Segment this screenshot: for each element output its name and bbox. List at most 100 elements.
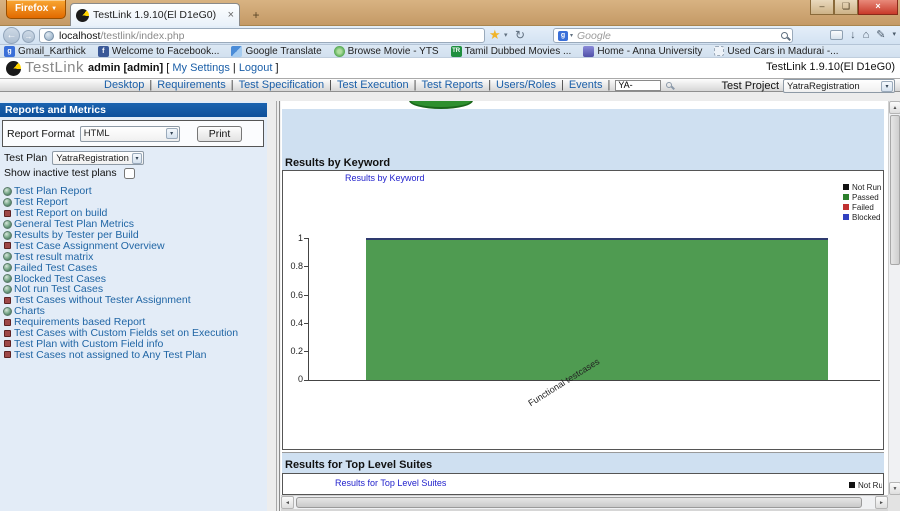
report-link[interactable]: Results by Tester per Build — [3, 230, 265, 241]
horizontal-scrollbar[interactable]: ◄ ► — [281, 495, 888, 509]
report-link[interactable]: Blocked Test Cases — [3, 273, 265, 284]
home-icon[interactable]: ⌂ — [863, 27, 870, 43]
report-link[interactable]: Test Case Assignment Overview — [3, 240, 265, 251]
menu-separator: | — [414, 79, 417, 91]
logout-link[interactable]: Logout — [239, 62, 273, 74]
forward-button[interactable]: → — [22, 30, 35, 43]
downloads-icon[interactable]: ↓ — [850, 27, 856, 43]
tab-close-icon[interactable]: × — [228, 9, 234, 21]
frame-divider[interactable] — [267, 101, 281, 511]
chevron-down-icon: ▾ — [166, 128, 178, 139]
firefox-menu-button[interactable]: Firefox ▼ — [6, 0, 66, 19]
menu-item-users-roles[interactable]: Users/Roles — [496, 79, 556, 91]
report-link[interactable]: Test Report on build — [3, 208, 265, 219]
minimize-button[interactable]: – — [810, 0, 834, 15]
back-button[interactable]: ← — [3, 27, 20, 44]
vertical-scrollbar-thumb[interactable] — [890, 115, 900, 265]
bookmark-label: Tamil Dubbed Movies ... — [465, 46, 572, 57]
testcase-search-input[interactable] — [615, 80, 661, 91]
report-format-select[interactable]: HTML ▾ — [80, 126, 180, 142]
bookmark-favicon-icon — [583, 46, 594, 57]
report-link[interactable]: Test Cases without Tester Assignment — [3, 295, 265, 306]
scroll-up-icon[interactable]: ▲ — [889, 101, 900, 114]
browser-tab[interactable]: TestLink 1.9.10(El D1eG0) × — [70, 3, 240, 26]
report-format-value: HTML — [84, 128, 110, 139]
report-link[interactable]: Test Plan Report — [3, 186, 265, 197]
bookmark-favicon-icon: f — [98, 46, 109, 57]
menu-item-test-execution[interactable]: Test Execution — [337, 79, 409, 91]
menu-item-test-specification[interactable]: Test Specification — [239, 79, 325, 91]
bookmark-item[interactable]: fWelcome to Facebook... — [98, 46, 220, 57]
search-engine-dropdown-icon[interactable]: ▾ — [570, 32, 573, 39]
report-icon — [3, 187, 12, 196]
report-link[interactable]: Requirements based Report — [3, 317, 265, 328]
bookmark-item[interactable]: Google Translate — [231, 46, 321, 57]
bookmarks-panel-icon[interactable] — [830, 30, 843, 40]
report-link[interactable]: Charts — [3, 306, 265, 317]
bookmark-dropdown-icon[interactable]: ▾ — [504, 31, 508, 39]
bookmark-item[interactable]: TRTamil Dubbed Movies ... — [451, 46, 572, 57]
edit-icon[interactable]: ✎ — [876, 27, 885, 43]
chart-title: Results by Keyword — [345, 173, 425, 183]
close-button[interactable]: × — [858, 0, 898, 15]
bookmark-item[interactable]: Browse Movie - YTS — [334, 46, 439, 57]
legend-item: Not Run — [843, 182, 882, 192]
chevron-down-icon: ▾ — [132, 153, 142, 164]
search-icon[interactable] — [666, 82, 672, 88]
vertical-scrollbar[interactable]: ▲ ▼ — [888, 101, 900, 495]
horizontal-scrollbar-thumb[interactable] — [296, 497, 862, 508]
legend-swatch-notrun-icon — [843, 184, 849, 190]
search-engine-icon[interactable]: g — [558, 31, 568, 41]
scroll-down-icon[interactable]: ▼ — [889, 482, 900, 495]
show-inactive-checkbox[interactable] — [124, 168, 135, 179]
version-label: TestLink 1.9.10(El D1eG0) — [766, 61, 895, 73]
scrollbar-corner — [888, 495, 900, 511]
url-host: localhost — [59, 30, 100, 42]
bookmark-favicon-icon — [231, 46, 242, 57]
test-plan-select[interactable]: YatraRegistration ▾ — [52, 151, 144, 165]
legend-label: Not Run — [852, 183, 881, 192]
report-link[interactable]: Not run Test Cases — [3, 284, 265, 295]
bookmark-item[interactable]: Home - Anna University — [583, 46, 702, 57]
test-project-value: YatraRegistration — [787, 81, 860, 92]
bookmark-item[interactable]: gGmail_Karthick — [4, 46, 86, 57]
my-settings-link[interactable]: My Settings — [172, 62, 229, 74]
menu-item-events[interactable]: Events — [569, 79, 603, 91]
scroll-right-icon[interactable]: ► — [875, 496, 888, 509]
bracket: [ — [166, 62, 169, 74]
report-link[interactable]: Test Report — [3, 197, 265, 208]
tab-title: TestLink 1.9.10(El D1eG0) — [93, 9, 225, 21]
bookmark-item[interactable]: Used Cars in Madurai -... — [714, 46, 838, 57]
menu-item-desktop[interactable]: Desktop — [104, 79, 144, 91]
y-tick-label: 0 — [284, 374, 303, 384]
test-project-select[interactable]: YatraRegistration ▾ — [783, 79, 895, 93]
menu-separator: | — [607, 79, 610, 91]
bookmark-label: Browse Movie - YTS — [348, 46, 439, 57]
bookmark-label: Welcome to Facebook... — [112, 46, 220, 57]
report-link[interactable]: Test Plan with Custom Field info — [3, 338, 265, 349]
menu-item-test-reports[interactable]: Test Reports — [421, 79, 483, 91]
previous-chart-clip — [281, 101, 888, 109]
bookmark-favicon-icon — [714, 46, 724, 56]
search-icon[interactable] — [781, 32, 788, 39]
report-icon — [3, 198, 12, 207]
new-tab-button[interactable]: + — [246, 7, 266, 24]
scroll-left-icon[interactable]: ◄ — [281, 496, 294, 509]
report-link[interactable]: Failed Test Cases — [3, 262, 265, 273]
testlink-logo-text: TestLink — [25, 59, 84, 76]
report-link[interactable]: General Test Plan Metrics — [3, 219, 265, 230]
bookmark-label: Used Cars in Madurai -... — [727, 46, 838, 57]
url-bar[interactable]: localhost /testlink/index.php — [39, 28, 485, 43]
reload-icon[interactable]: ↻ — [515, 28, 525, 42]
user-info: admin [admin] [ My Settings | Logout ] — [88, 62, 279, 74]
report-link[interactable]: Test Cases with Custom Fields set on Exe… — [3, 328, 265, 339]
report-link[interactable]: Test result matrix — [3, 251, 265, 262]
menu-item-requirements[interactable]: Requirements — [157, 79, 225, 91]
bookmark-star-icon[interactable]: ★ — [489, 27, 501, 43]
report-link[interactable]: Test Cases not assigned to Any Test Plan — [3, 349, 265, 360]
print-button[interactable]: Print — [197, 126, 243, 142]
report-icon — [3, 285, 12, 294]
search-bar[interactable]: g ▾ Google — [553, 28, 793, 43]
toolbar-overflow-icon[interactable]: ▾ — [892, 27, 896, 43]
restore-button[interactable]: ❏ — [834, 0, 858, 15]
